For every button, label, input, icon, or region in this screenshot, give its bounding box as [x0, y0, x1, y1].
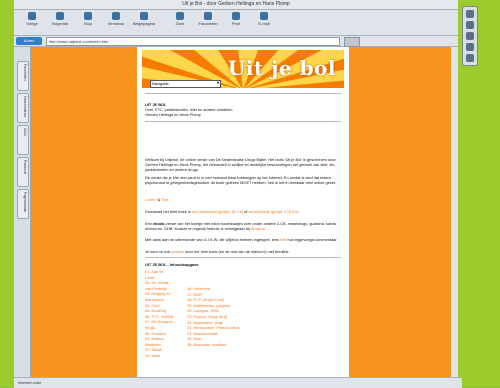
refresh-button[interactable]: Vernieuw	[102, 12, 130, 32]
stop-label: Stop	[83, 21, 93, 26]
tab-history-label: Geschiedenis	[23, 96, 27, 118]
download-prefix: Download het hele boek in	[145, 209, 192, 214]
tab-scrapbook-label: Plakbord	[23, 160, 27, 174]
order-suffix: door het hele boek (en de rest van de si…	[184, 249, 290, 254]
divider	[145, 121, 341, 122]
ebook-body: -versie van het boekje met extra hoofdst…	[145, 221, 336, 231]
email-button[interactable]: E-mail	[250, 12, 278, 32]
print-label: Print	[231, 21, 241, 26]
tab-search[interactable]: Zoek	[17, 125, 29, 155]
palette-icon[interactable]	[466, 32, 474, 40]
address-bar: Adres http://www.uitjebol.com/index.htm	[14, 36, 458, 47]
stop-button[interactable]: Stop	[74, 12, 102, 32]
forward-button[interactable]: Volgende	[46, 12, 74, 32]
search-button[interactable]: Zoek	[166, 12, 194, 32]
home-button[interactable]: Beginpagina	[130, 12, 158, 32]
index-link[interactable]: 10: Meer	[145, 353, 173, 359]
tab-page-holder[interactable]: Paginaholder	[17, 189, 29, 219]
web-page: Uit je bol Navigatie ▾ UIT JE BOL Over XT…	[137, 47, 349, 377]
header-banner: Uit je bol Navigatie ▾	[142, 50, 344, 88]
favorites-icon	[204, 12, 212, 20]
back-button[interactable]: Vorige	[18, 12, 46, 32]
ebook-text: Een ebook-versie van het boekje met extr…	[145, 221, 341, 231]
stop-icon	[84, 12, 92, 20]
explorer-bar-tabs: Favorieten Geschiedenis Zoek Plakbord Pa…	[14, 47, 31, 377]
index-link[interactable]: 23: Hannuwede, Pseudo-ritual	[187, 325, 239, 331]
download-word-link[interactable]: word-format (gezipt: 176 Kb)	[249, 209, 298, 214]
order-text: Je kunt nu ook posters door het hele boe…	[145, 249, 341, 254]
index-title: UIT JE BOL - Inhoudsopgave	[145, 262, 199, 267]
home-icon	[140, 12, 148, 20]
refresh-icon	[112, 12, 120, 20]
read-link[interactable]: Lezen!	[145, 197, 157, 202]
tab-search-label: Zoek	[23, 128, 27, 136]
disclaimer-text: De versie die je hier ziet werd in in ee…	[145, 175, 337, 185]
welcome-text: Welkom bij Uitjebol, de online versie va…	[145, 157, 336, 172]
favorites-label: Favorieten	[198, 21, 218, 26]
search-icon	[176, 12, 184, 20]
tab-favorites-label: Favorieten	[23, 64, 27, 81]
home-label: Beginpagina	[132, 21, 156, 26]
navigation-select-value: Navigatie	[152, 81, 169, 86]
divider	[145, 257, 341, 258]
thanks-suffix: hun bijgevoegd commentaar.	[286, 237, 338, 242]
status-bar: Internet zone	[14, 377, 462, 388]
site-logo: Uit je bol	[227, 56, 336, 80]
index-column-1: 01: Aan de Lezer 02: De Wraak van Eindel…	[145, 269, 173, 359]
toolbar: Vorige Volgende Stop Vernieuw Beginpagin…	[14, 10, 458, 36]
palette-icon[interactable]	[466, 54, 474, 62]
refresh-label: Vernieuw	[107, 21, 125, 26]
palette-icon[interactable]	[466, 10, 474, 18]
vertical-scrollbar[interactable]	[451, 47, 458, 377]
order-link[interactable]: posters	[171, 249, 184, 254]
page-content: Uit je bol Navigatie ▾ UIT JE BOL Over XT…	[31, 47, 458, 377]
favorites-button[interactable]: Favorieten	[194, 12, 222, 32]
palette-icon[interactable]	[466, 21, 474, 29]
forward-arrow-icon	[56, 12, 64, 20]
tab-history[interactable]: Geschiedenis	[17, 93, 29, 123]
download-text: Download het hele boek in ms-htmlformat …	[145, 209, 341, 214]
email-label: E-mail	[258, 21, 270, 26]
forward-label: Volgende	[51, 21, 69, 26]
palette-icon[interactable]	[466, 43, 474, 51]
browser-window: Uit je Bol - door Gerben Hellinga en Han…	[14, 0, 462, 388]
back-label: Vorige	[26, 21, 38, 26]
go-button[interactable]	[344, 37, 360, 47]
print-icon	[232, 12, 240, 20]
download-html-link[interactable]: ms-htmlformat (gezipt: 81 Kb)	[192, 209, 243, 214]
tab-favorites[interactable]: Favorieten	[17, 61, 29, 91]
index-column-2: 16: Ketamine 17: DMP 18: PCP (Angel Dust…	[187, 286, 239, 348]
print-button[interactable]: Print	[222, 12, 250, 32]
tab-scrapbook[interactable]: Plakbord	[17, 157, 29, 187]
chevron-down-icon: ▾	[216, 80, 219, 85]
address-label: Adres	[16, 37, 42, 45]
email-icon	[260, 12, 268, 20]
tips-link[interactable]: Tips	[161, 197, 168, 202]
back-arrow-icon	[28, 12, 36, 20]
thanks-body: Met dank aan de uitbrekende van G.I.E.W.…	[145, 237, 280, 242]
order-prefix: Je kunt nu ook	[145, 249, 172, 254]
desktop-background-left	[0, 0, 14, 387]
intro-authors: Gerben Hellinga en Hans Plomp	[145, 112, 201, 117]
floating-palette[interactable]	[462, 6, 478, 66]
tab-page-holder-label: Paginaholder	[23, 192, 27, 213]
url-input[interactable]: http://www.uitjebol.com/index.htm	[46, 37, 340, 46]
window-title: Uit je Bol - door Gerben Hellinga en Han…	[14, 0, 458, 10]
thanks-text: Met dank aan de uitbrekende van G.I.E.W.…	[145, 237, 341, 242]
navigation-select[interactable]: Navigatie ▾	[150, 80, 221, 88]
divider	[145, 93, 341, 94]
search-label: Zoek	[175, 21, 185, 26]
download-suffix: .	[297, 209, 300, 214]
read-links: Lezen! & Tips	[145, 197, 341, 202]
ebook-link[interactable]: Amazon	[251, 226, 265, 231]
index-link[interactable]: 26: Bosmusic, kwaliteit	[187, 342, 239, 348]
